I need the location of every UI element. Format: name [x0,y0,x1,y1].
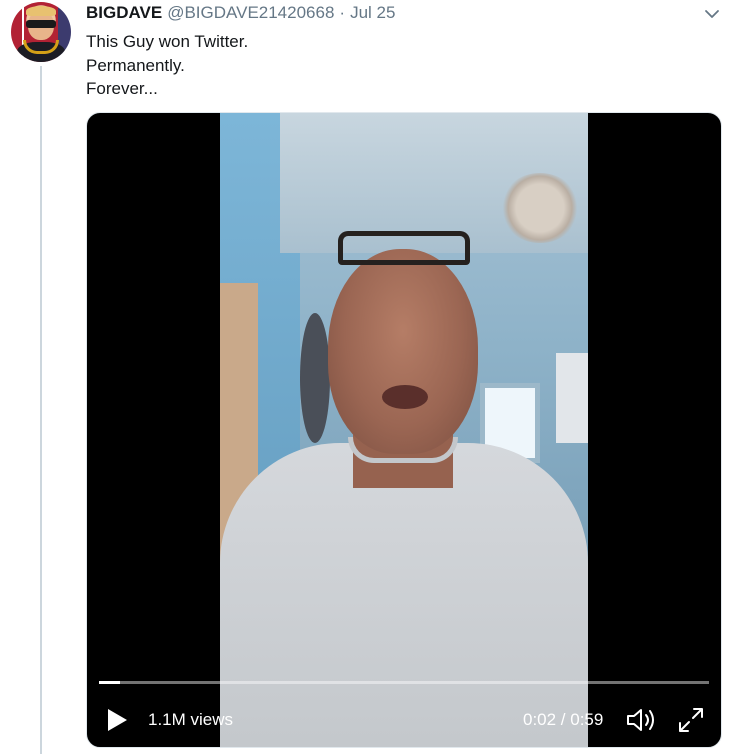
video-controls: 1.1M views 0:02 / 0:59 [87,701,721,741]
video-time: 0:02 / 0:59 [523,710,604,729]
tweet-date[interactable]: Jul 25 [350,3,395,23]
video-player[interactable]: 1.1M views 0:02 / 0:59 [86,112,722,748]
tweet-text-line: Forever... [86,79,158,98]
avatar-glasses [26,20,56,28]
thread-line [40,66,42,754]
chevron-down-icon[interactable] [704,8,720,20]
author-name[interactable]: BIGDAVE [86,3,162,23]
video-cabinet [556,353,588,443]
author-handle[interactable]: @BIGDAVE21420668 [167,3,334,23]
tweet-header: BIGDAVE @BIGDAVE21420668 · Jul 25 [86,3,395,25]
video-head [328,249,478,454]
view-count: 1.1M views [148,710,234,729]
tweet-text: This Guy won Twitter. Permanently. Forev… [86,30,248,101]
avatar-hair [26,6,56,16]
video-ceiling-light [500,173,580,243]
tweet-text-line: This Guy won Twitter. [86,32,249,51]
volume-icon[interactable] [625,706,657,734]
tweet-text-line: Permanently. [86,55,185,75]
fullscreen-icon[interactable] [677,706,705,734]
progress-fill [99,681,120,684]
video-glasses [338,231,470,265]
play-icon[interactable] [105,707,129,733]
video-frame [220,113,588,747]
avatar[interactable] [11,2,71,62]
video-wall-object [300,313,330,443]
video-mouth [382,385,428,409]
separator-dot: · [339,3,346,22]
progress-bar[interactable] [99,681,709,684]
